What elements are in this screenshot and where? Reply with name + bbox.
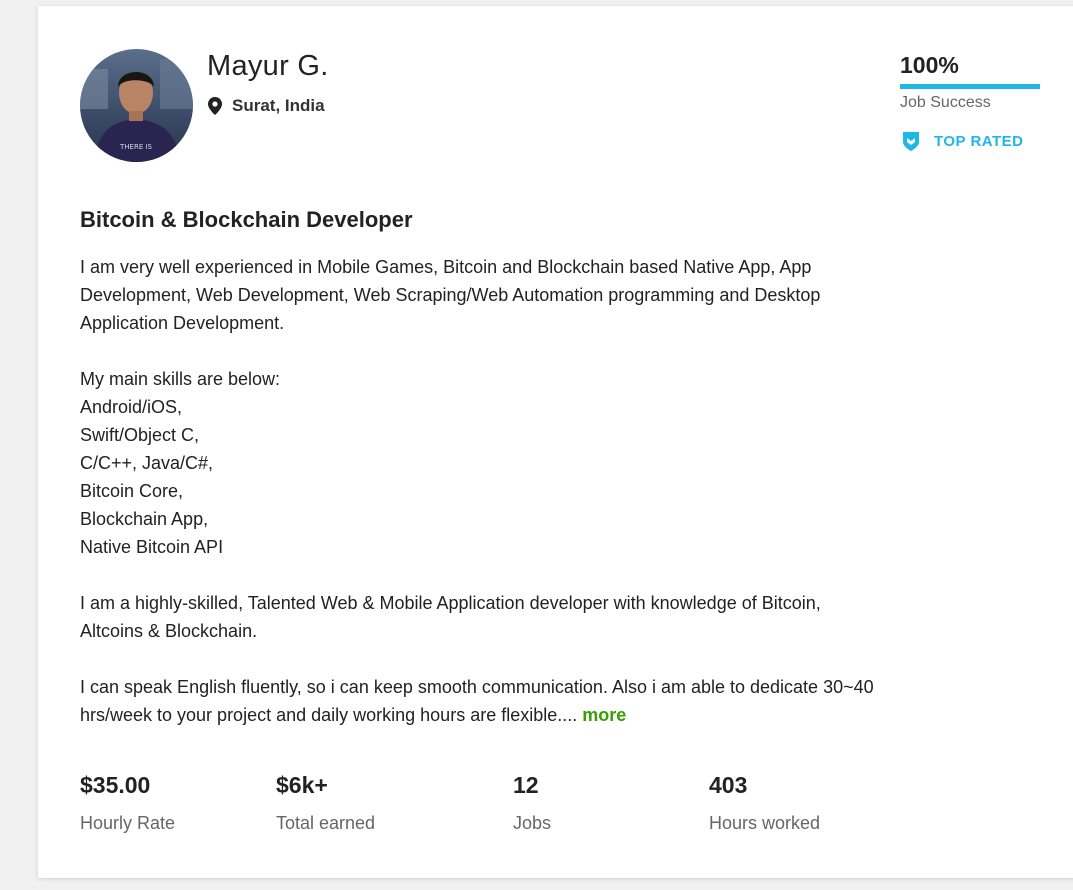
svg-text:THERE IS: THERE IS (119, 143, 153, 151)
stat-label: Total earned (276, 813, 376, 833)
shield-badge-icon (903, 132, 919, 151)
top-rated-label: TOP RATED (934, 132, 1024, 150)
closing-line: I can speak English fluently, so i can k… (80, 677, 874, 697)
profile-title: Bitcoin & Blockchain Developer (80, 207, 413, 232)
freelancer-name[interactable]: Mayur G. (207, 50, 329, 83)
stat-hourly-rate: $35.00 Hourly Rate (80, 772, 175, 834)
job-success-bar (900, 84, 1040, 89)
stat-label: Jobs (513, 813, 552, 833)
stat-value: $35.00 (80, 772, 151, 798)
stat-jobs: 12 Jobs (513, 772, 551, 834)
job-success-percent: 100% (900, 52, 959, 78)
location: Surat, India (208, 96, 325, 116)
skill-item: Blockchain App, (80, 509, 209, 529)
skill-item: C/C++, Java/C#, (80, 453, 214, 473)
intro-line: Development, Web Development, Web Scrapi… (80, 285, 821, 305)
profile-photo: THERE IS (80, 49, 193, 162)
freelancer-profile-card: THERE IS Mayur G. Surat, India 100% Job … (38, 6, 1073, 878)
map-pin-icon (208, 97, 222, 115)
job-success-bar-fill (900, 84, 1040, 89)
intro-line: Application Development. (80, 313, 285, 333)
skill-item: Android/iOS, (80, 397, 183, 417)
profile-description: I am very well experienced in Mobile Gam… (80, 253, 1055, 757)
stat-value: $6k+ (276, 772, 328, 798)
closing-paragraph: I can speak English fluently, so i can k… (80, 673, 1055, 729)
stat-total-earned: $6k+ Total earned (276, 772, 375, 834)
skills-heading: My main skills are below: (80, 369, 281, 389)
job-success-label: Job Success (900, 94, 991, 111)
skill-item: Swift/Object C, (80, 425, 200, 445)
talent-line: Altcoins & Blockchain. (80, 621, 258, 641)
more-link[interactable]: more (582, 705, 626, 725)
intro-line: I am very well experienced in Mobile Gam… (80, 257, 812, 277)
skill-item: Bitcoin Core, (80, 481, 184, 501)
skills-paragraph: My main skills are below: Android/iOS, S… (80, 365, 1055, 561)
location-text: Surat, India (232, 96, 325, 115)
closing-line: hrs/week to your project and daily worki… (80, 705, 578, 725)
stat-value: 12 (513, 772, 539, 798)
talent-paragraph: I am a highly-skilled, Talented Web & Mo… (80, 589, 1055, 645)
talent-line: I am a highly-skilled, Talented Web & Mo… (80, 593, 821, 613)
intro-paragraph: I am very well experienced in Mobile Gam… (80, 253, 1055, 337)
stat-value: 403 (709, 772, 748, 798)
skill-item: Native Bitcoin API (80, 537, 224, 557)
avatar[interactable]: THERE IS (80, 49, 193, 162)
stat-label: Hours worked (709, 813, 821, 833)
stats-row: $35.00 Hourly Rate $6k+ Total earned 12 … (80, 772, 980, 852)
stat-hours-worked: 403 Hours worked (709, 772, 820, 834)
stat-label: Hourly Rate (80, 813, 176, 833)
top-rated-badge[interactable]: TOP RATED (900, 130, 1024, 152)
